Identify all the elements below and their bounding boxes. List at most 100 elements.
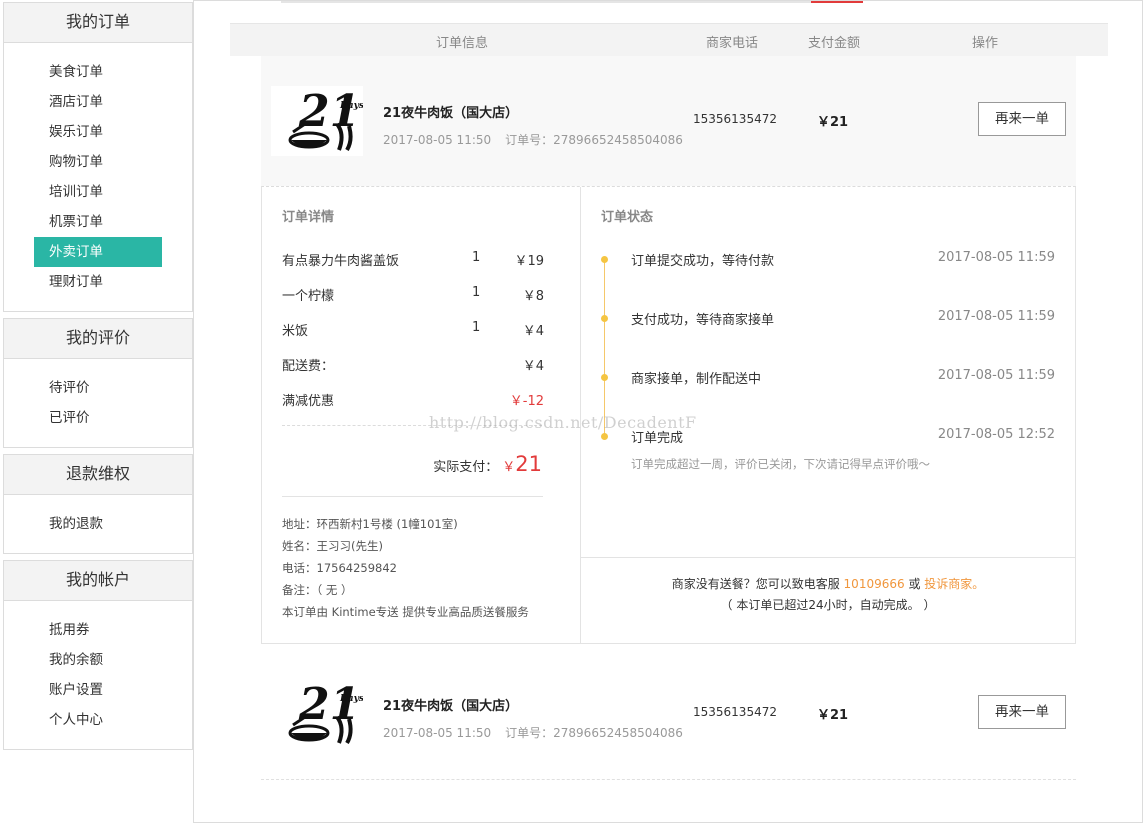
- timeline-time: 2017-08-05 11:59: [937, 309, 1055, 324]
- tab-underline: [281, 1, 811, 3]
- auto-complete-note: （ 本订单已超过24小时，自动完成。 ）: [720, 598, 936, 612]
- review-closed-note: 订单完成超过一周，评价已关闭，下次请记得早点评价哦～: [631, 457, 930, 471]
- header-merchant-phone: 商家电话: [706, 36, 759, 51]
- order-remark: 备注：（ 无 ）: [282, 583, 353, 597]
- shop-logo: 21 Days: [271, 86, 363, 156]
- sidebar-item-pending-review[interactable]: 待评价: [34, 373, 162, 403]
- shop-name[interactable]: 21夜牛肉饭（国大店）: [383, 102, 518, 121]
- header-payment-amount: 支付金额: [808, 36, 861, 51]
- customer-phone: 电话：17564259842: [282, 561, 397, 575]
- actual-payment-label: 实际支付：: [433, 460, 499, 475]
- actual-payment: 实际支付： ￥21: [433, 452, 542, 476]
- tab-active-underline: [811, 1, 863, 3]
- list-item: 配送费： ￥4: [282, 355, 544, 375]
- item-name: 有点暴力牛肉酱盖饭: [282, 254, 400, 269]
- divider: [282, 496, 543, 497]
- sidebar-reviews: 我的评价 待评价 已评价: [3, 318, 193, 448]
- logo-caption: Days: [339, 694, 363, 704]
- customer-name: 姓名：王习习(先生): [282, 539, 383, 553]
- complain-merchant-link[interactable]: 投诉商家。: [924, 577, 984, 591]
- sidebar-item-food-orders[interactable]: 美食订单: [34, 57, 162, 87]
- shop-logo: 21 Days: [271, 679, 363, 749]
- item-qty: 1: [472, 250, 481, 265]
- sidebar-refunds: 退款维权 我的退款: [3, 454, 193, 554]
- item-price: ￥19: [514, 254, 544, 269]
- delivery-fee-label: 配送费：: [282, 359, 335, 374]
- order-number: 订单号：27896652458504086: [505, 133, 683, 147]
- sidebar-section-title: 我的订单: [4, 3, 192, 43]
- sidebar-section-title: 我的评价: [4, 319, 192, 359]
- reorder-button[interactable]: 再来一单: [978, 102, 1066, 136]
- item-name: 一个柠檬: [282, 289, 335, 304]
- sidebar-item-flight-orders[interactable]: 机票订单: [34, 207, 162, 237]
- timeline-text: 订单提交成功，等待付款: [631, 254, 775, 269]
- item-qty: 1: [472, 285, 481, 300]
- delivery-service-note: 本订单由 Kintime专送 提供专业高品质送餐服务: [282, 605, 529, 619]
- order-status-title: 订单状态: [601, 210, 654, 225]
- order-time: 2017-08-05 11:50: [383, 726, 492, 740]
- payment-amount: ￥21: [817, 708, 849, 723]
- support-footer: 商家没有送餐？您可以致电客服 10109666 或 投诉商家。 （ 本订单已超过…: [581, 557, 1075, 643]
- header-actions: 操作: [972, 36, 999, 51]
- order-time: 2017-08-05 11:50: [383, 133, 492, 147]
- item-name: 米饭: [282, 324, 309, 339]
- header-order-info: 订单信息: [436, 36, 489, 51]
- logo-caption: Days: [339, 101, 363, 111]
- order-row[interactable]: 21 Days 21夜牛肉饭（国大店） 2017-08-05 11:50 订单号：…: [261, 649, 1076, 779]
- order-list-panel: 订单信息 商家电话 支付金额 操作 21 Days 21夜牛肉饭（国大店） 20…: [193, 0, 1143, 823]
- support-mid: 或: [904, 577, 925, 591]
- sidebar-item-training-orders[interactable]: 培训订单: [34, 177, 162, 207]
- sidebar-item-personal-center[interactable]: 个人中心: [34, 705, 162, 735]
- order-number: 订单号：27896652458504086: [505, 726, 683, 740]
- sidebar-orders: 我的订单 美食订单 酒店订单 娱乐订单 购物订单 培训订单 机票订单 外卖订单 …: [3, 2, 193, 312]
- sidebar-section-title: 退款维权: [4, 455, 192, 495]
- sidebar-item-my-refunds[interactable]: 我的退款: [34, 509, 162, 539]
- sidebar-account: 我的帐户 抵用券 我的余额 账户设置 个人中心: [3, 560, 193, 750]
- order-details-title: 订单详情: [282, 210, 335, 225]
- sidebar-item-entertainment-orders[interactable]: 娱乐订单: [34, 117, 162, 147]
- reorder-button[interactable]: 再来一单: [978, 695, 1066, 729]
- sidebar-item-finance-orders[interactable]: 理财订单: [34, 267, 162, 297]
- timeline-line: [604, 260, 605, 437]
- sidebar-section-title: 我的帐户: [4, 561, 192, 601]
- timeline-time: 2017-08-05 12:52: [937, 427, 1055, 442]
- item-qty: 1: [472, 320, 481, 335]
- sidebar-item-account-settings[interactable]: 账户设置: [34, 675, 162, 705]
- list-item: 满减优惠 ￥-12: [282, 390, 544, 410]
- list-item: 米饭 1 ￥4: [282, 320, 544, 340]
- support-hotline[interactable]: 10109666: [844, 577, 905, 591]
- list-item: 一个柠檬 1 ￥8: [282, 285, 544, 305]
- support-line: 商家没有送餐？您可以致电客服 10109666 或 投诉商家。: [581, 575, 1075, 592]
- item-price: ￥4: [522, 324, 544, 339]
- order-meta: 2017-08-05 11:50 订单号：27896652458504086: [383, 724, 683, 741]
- sidebar-item-hotel-orders[interactable]: 酒店订单: [34, 87, 162, 117]
- actual-payment-value: 21: [515, 452, 542, 476]
- sidebar-item-balance[interactable]: 我的余额: [34, 645, 162, 675]
- timeline-dot: [601, 256, 608, 263]
- sidebar-item-reviewed[interactable]: 已评价: [34, 403, 162, 433]
- merchant-phone: 15356135472: [693, 705, 777, 719]
- divider: [261, 779, 1076, 780]
- timeline-time: 2017-08-05 11:59: [937, 368, 1055, 383]
- sidebar-item-coupons[interactable]: 抵用券: [34, 615, 162, 645]
- delivery-fee-value: ￥4: [522, 359, 544, 374]
- shop-name[interactable]: 21夜牛肉饭（国大店）: [383, 695, 518, 714]
- sidebar-item-takeaway-orders[interactable]: 外卖订单: [34, 237, 162, 267]
- discount-value: ￥-12: [509, 394, 544, 409]
- timeline-text: 支付成功，等待商家接单: [631, 313, 775, 328]
- table-header: 订单信息 商家电话 支付金额 操作: [230, 23, 1108, 56]
- timeline-time: 2017-08-05 11:59: [937, 250, 1055, 265]
- list-item: 有点暴力牛肉酱盖饭 1 ￥19: [282, 250, 544, 270]
- payment-amount: ￥21: [817, 115, 849, 130]
- timeline-dot: [601, 374, 608, 381]
- order-row[interactable]: 21 Days 21夜牛肉饭（国大店） 2017-08-05 11:50 订单号：…: [261, 56, 1076, 186]
- item-price: ￥8: [522, 289, 544, 304]
- support-prefix: 商家没有送餐？您可以致电客服: [671, 577, 844, 591]
- watermark: http://blog.csdn.net/DecadentF: [429, 413, 697, 432]
- actual-payment-currency: ￥: [502, 460, 516, 475]
- delivery-address: 地址：环西新村1号楼 (1幢101室): [282, 517, 458, 531]
- timeline-dot: [601, 315, 608, 322]
- order-meta: 2017-08-05 11:50 订单号：27896652458504086: [383, 131, 683, 148]
- sidebar-item-shopping-orders[interactable]: 购物订单: [34, 147, 162, 177]
- timeline-dot: [601, 433, 608, 440]
